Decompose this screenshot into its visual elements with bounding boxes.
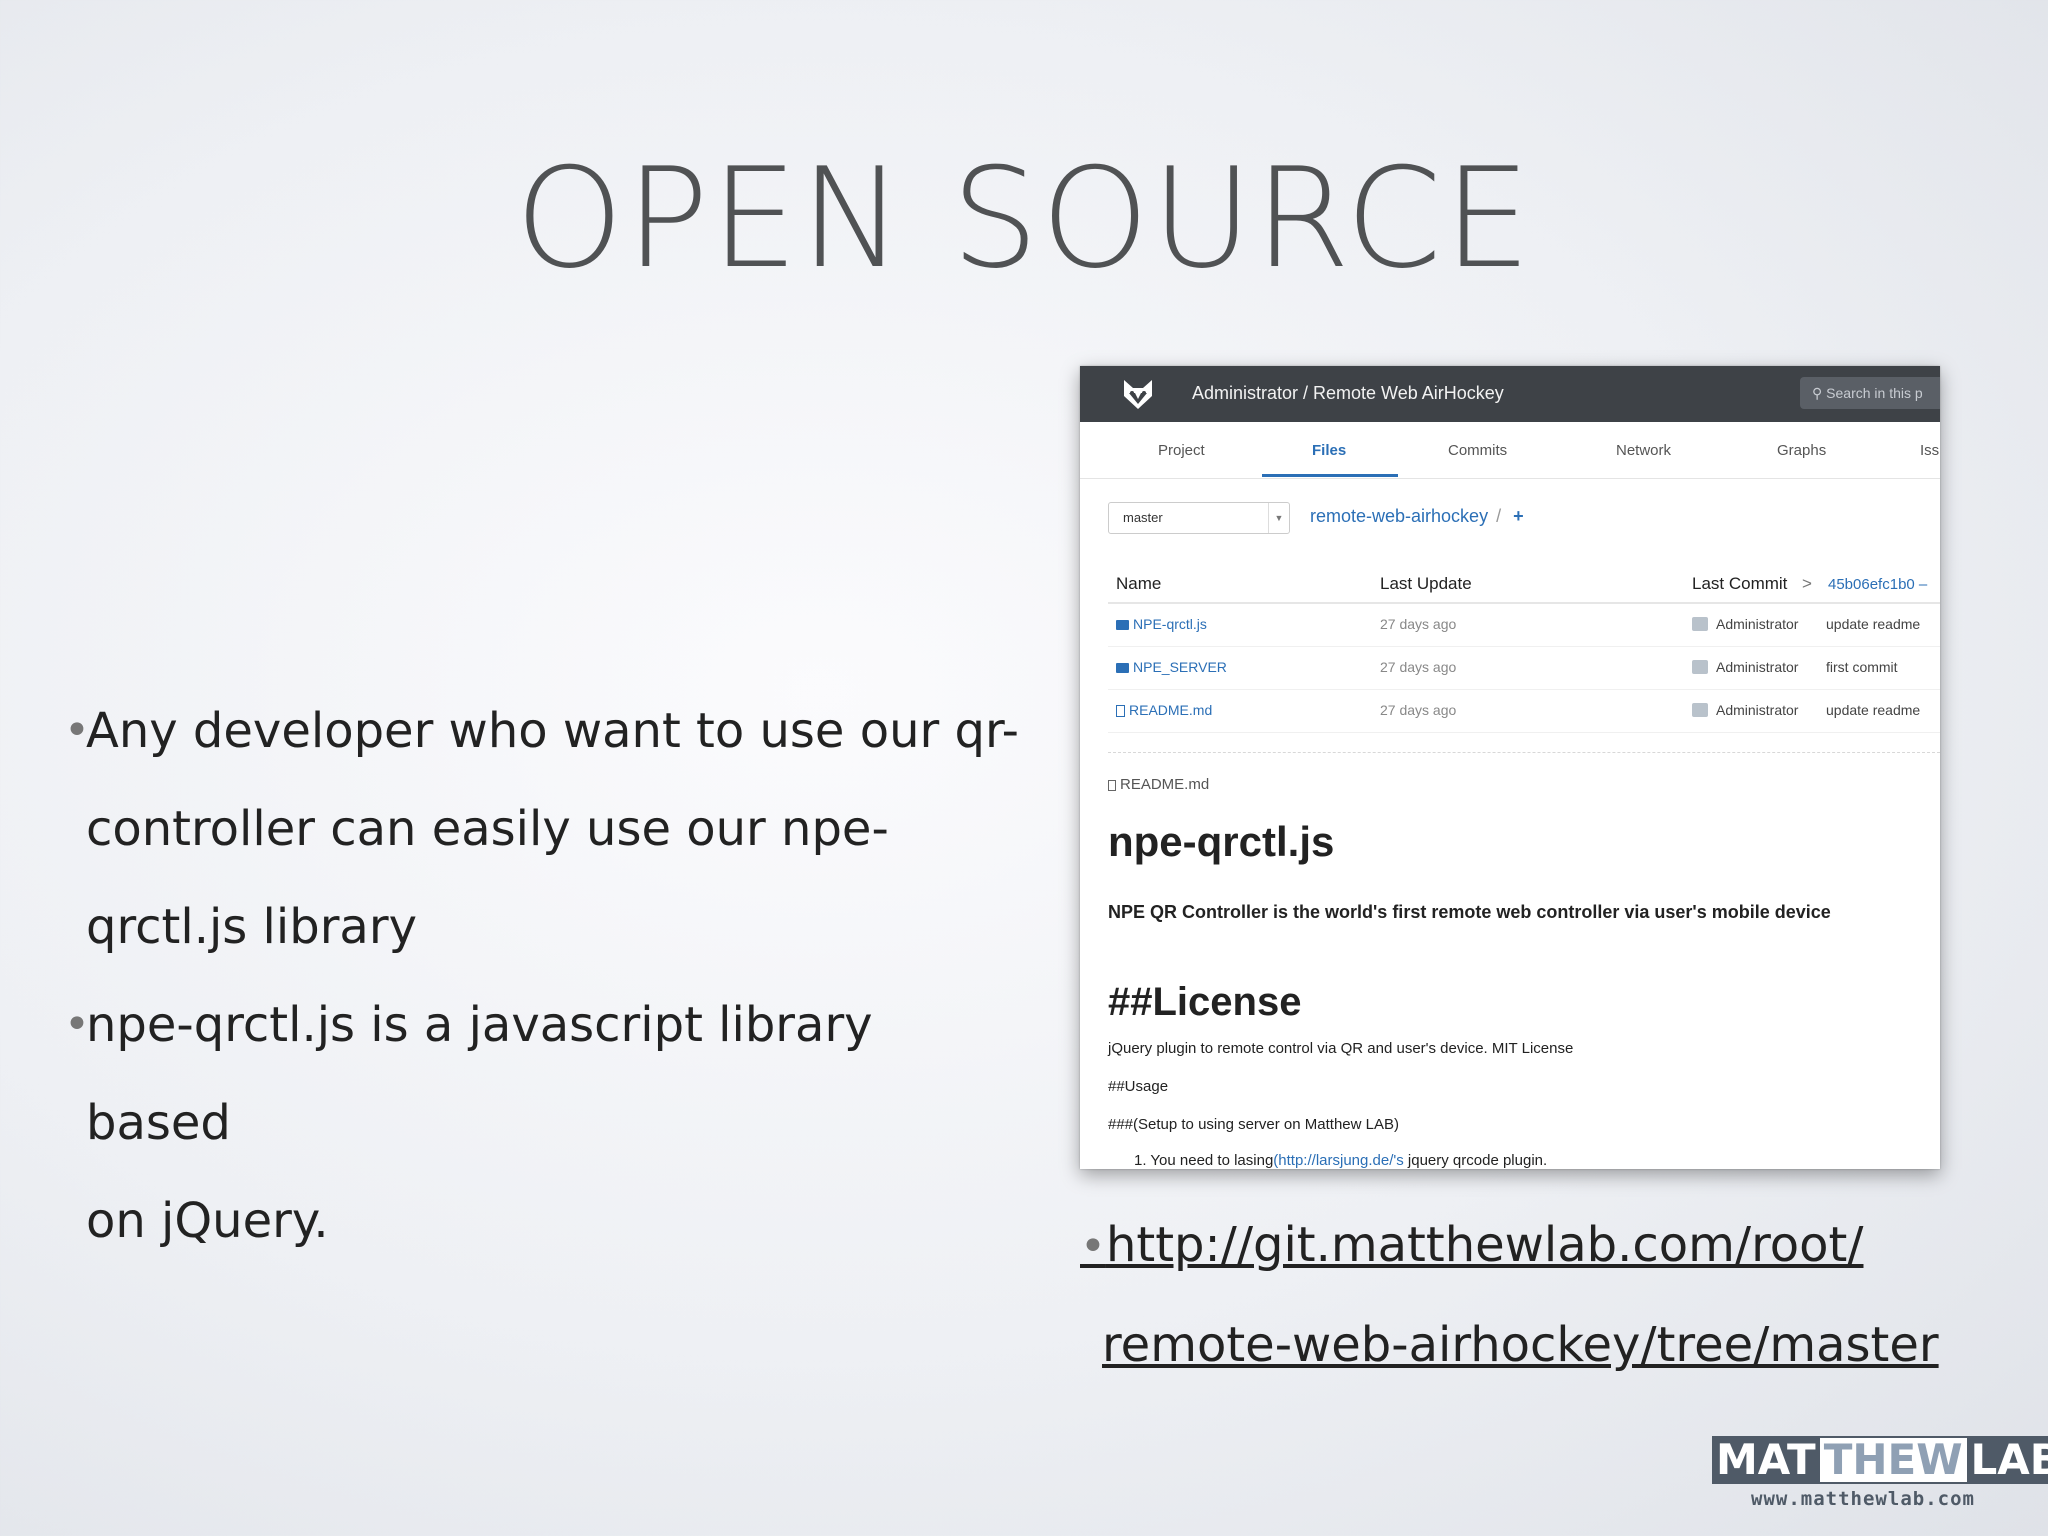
search-placeholder: Search in this p (1826, 385, 1923, 401)
commit-author: Administrator (1692, 702, 1798, 718)
breadcrumb: remote-web-airhockey / + (1310, 506, 1524, 527)
step-link[interactable]: (http://larsjung.de/'s (1273, 1152, 1403, 1169)
table-row[interactable]: NPE_SERVER 27 days ago Administrator fir… (1108, 647, 1940, 690)
bullet-dot: • (1080, 1221, 1106, 1272)
author-text: Administrator (1716, 702, 1799, 718)
commit-message[interactable]: update readme (1826, 702, 1920, 718)
commit-message[interactable]: update readme (1826, 616, 1920, 632)
tab-graphs[interactable]: Graphs (1777, 442, 1826, 459)
bullet-item: • Any developer who want to use our qr- … (64, 682, 1024, 976)
readme-license-text: jQuery plugin to remote control via QR a… (1108, 1040, 1574, 1057)
file-name-link[interactable]: NPE-qrctl.js (1116, 616, 1207, 632)
table-header: Name Last Update Last Commit > 45b06efc1… (1108, 566, 1940, 604)
file-icon (1108, 780, 1116, 791)
branch-value: master (1123, 510, 1163, 525)
file-name-text: NPE-qrctl.js (1133, 616, 1207, 632)
readme-step-1: 1. You need to lasing(http://larsjung.de… (1134, 1152, 1547, 1169)
bullet-line: qrctl.js library (86, 899, 417, 955)
readme-divider (1108, 752, 1940, 753)
table-row[interactable]: NPE-qrctl.js 27 days ago Administrator u… (1108, 604, 1940, 647)
readme-label-text: README.md (1120, 776, 1210, 793)
readme-description: NPE QR Controller is the world's first r… (1108, 902, 1831, 922)
avatar-icon (1692, 660, 1708, 674)
gitlab-header: Administrator / Remote Web AirHockey ⚲ S… (1080, 366, 1940, 422)
table-row[interactable]: README.md 27 days ago Administrator upda… (1108, 690, 1940, 733)
readme-license-heading: ##License (1108, 980, 1302, 1024)
logo-part-mat: MAT (1712, 1436, 1820, 1484)
slide-title: OPEN SOURCE (515, 138, 1533, 299)
file-icon (1116, 705, 1125, 717)
file-updated: 27 days ago (1380, 659, 1457, 675)
active-tab-indicator (1262, 474, 1398, 477)
matthewlab-logo: MAT THEW LAB www.matthewlab.com (1712, 1436, 2048, 1520)
logo-wordmark: MAT THEW LAB (1712, 1436, 2048, 1484)
search-input[interactable]: ⚲ Search in this p (1800, 377, 1940, 409)
author-text: Administrator (1716, 659, 1799, 675)
bullet-line: on jQuery. (86, 1193, 329, 1249)
readme-usage: ##Usage (1108, 1078, 1169, 1095)
repo-link-line[interactable]: •http://git.matthewlab.com/root/ (1080, 1196, 2010, 1296)
bullet-dot: • (64, 705, 90, 756)
folder-icon (1116, 620, 1129, 630)
tab-project[interactable]: Project (1158, 442, 1205, 459)
readme-heading: npe-qrctl.js (1108, 818, 1335, 865)
repo-link-line[interactable]: remote-web-airhockey/tree/master (1080, 1296, 2010, 1394)
fox-logo-icon[interactable] (1120, 376, 1156, 412)
logo-url: www.matthewlab.com (1751, 1488, 1975, 1510)
bullet-item: • npe-qrctl.js is a javascript library b… (64, 976, 1024, 1270)
breadcrumb-repo-link[interactable]: remote-web-airhockey (1310, 506, 1488, 526)
tab-commits[interactable]: Commits (1448, 442, 1507, 459)
readme-setup: ###(Setup to using server on Matthew LAB… (1108, 1116, 1399, 1133)
avatar-icon (1692, 617, 1708, 631)
bullet-line: npe-qrctl.js is a javascript library bas… (86, 997, 873, 1151)
file-name-link[interactable]: NPE_SERVER (1116, 659, 1227, 675)
tab-network[interactable]: Network (1616, 442, 1671, 459)
logo-part-thew: THEW (1819, 1436, 1967, 1484)
gitlab-screenshot: Administrator / Remote Web AirHockey ⚲ S… (1080, 366, 1940, 1169)
file-updated: 27 days ago (1380, 616, 1457, 632)
branch-select[interactable]: master ▼ (1108, 502, 1290, 534)
col-last-commit: Last Commit (1692, 574, 1788, 593)
commit-author: Administrator (1692, 659, 1798, 675)
step-text: jquery qrcode plugin. (1403, 1152, 1548, 1169)
bullet-line: controller can easily use our npe- (86, 801, 889, 857)
col-last-update: Last Update (1380, 574, 1472, 593)
file-name-text: NPE_SERVER (1133, 659, 1227, 675)
repo-link-text[interactable]: http://git.matthewlab.com/root/ (1106, 1217, 1864, 1273)
folder-icon (1116, 663, 1129, 673)
repo-link[interactable]: •http://git.matthewlab.com/root/ remote-… (1080, 1196, 2010, 1394)
chevron-down-icon: ▼ (1268, 503, 1289, 533)
tab-files[interactable]: Files (1312, 442, 1346, 459)
author-text: Administrator (1716, 616, 1799, 632)
project-title[interactable]: Administrator / Remote Web AirHockey (1192, 383, 1504, 404)
bullet-list: • Any developer who want to use our qr- … (64, 682, 1024, 1270)
search-icon: ⚲ (1812, 385, 1823, 401)
commit-author: Administrator (1692, 616, 1798, 632)
bullet-dot: • (64, 999, 90, 1050)
file-name-text: README.md (1129, 702, 1213, 718)
readme-label: README.md (1108, 776, 1209, 793)
col-name: Name (1116, 574, 1162, 593)
bullet-line: Any developer who want to use our qr- (86, 703, 1019, 759)
commit-hash-link[interactable]: 45b06efc1b0 – (1828, 576, 1927, 593)
logo-part-lab: LAB (1966, 1436, 2048, 1484)
breadcrumb-separator: / (1496, 506, 1502, 526)
file-name-link[interactable]: README.md (1116, 702, 1212, 718)
project-tabs: Project Files Commits Network Graphs Iss (1080, 422, 1940, 479)
commit-message[interactable]: first commit (1826, 659, 1898, 675)
file-updated: 27 days ago (1380, 702, 1457, 718)
chevron-right-icon: > (1802, 574, 1812, 593)
step-text: 1. You need to lasing (1134, 1152, 1274, 1169)
file-table: Name Last Update Last Commit > 45b06efc1… (1108, 566, 1940, 733)
avatar-icon (1692, 703, 1708, 717)
add-file-button[interactable]: + (1513, 506, 1524, 526)
tab-issues[interactable]: Iss (1920, 442, 1939, 459)
